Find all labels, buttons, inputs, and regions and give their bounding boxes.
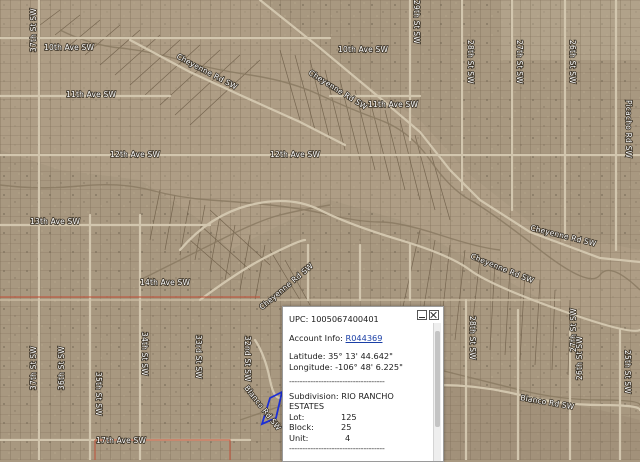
road-label-32nd-st: 32nd St SW bbox=[243, 336, 252, 382]
upc-row: UPC: 1005067400401 bbox=[289, 314, 431, 325]
road-label-26th-st-a: 26th St SW bbox=[568, 40, 577, 84]
block-label: Block: bbox=[289, 422, 314, 432]
road-label-14th-ave: 14th Ave SW bbox=[140, 278, 191, 287]
latitude-label: Latitude: bbox=[289, 351, 326, 361]
road-label-36th-st: 36th St SW bbox=[57, 346, 66, 390]
lot-label: Lot: bbox=[289, 411, 305, 422]
road-label-29th-st: 29th St SW bbox=[412, 0, 421, 44]
road-label-26th-st-b: 26th St SW bbox=[575, 336, 584, 380]
road-label-27th-st-a: 27th St SW bbox=[515, 40, 524, 84]
road-label-12th-ave-w: 12th Ave SW bbox=[110, 150, 161, 159]
separator-line-bottom: ------------------------------------ bbox=[289, 443, 385, 453]
longitude-label: Longitude: bbox=[289, 361, 333, 372]
account-label: Account Info: bbox=[289, 332, 343, 343]
road-label-34th-st: 34th St SW bbox=[140, 332, 149, 376]
longitude-value: -106° 48' 6.225" bbox=[335, 361, 403, 372]
block-row: Block: 25 bbox=[289, 422, 431, 433]
lot-row: Lot: 125 bbox=[289, 412, 431, 423]
unit-label: Unit: bbox=[289, 432, 309, 443]
account-link[interactable]: R044369 bbox=[346, 333, 383, 343]
road-label-33rd-st: 33rd St SW bbox=[194, 335, 203, 379]
upc-label: UPC: bbox=[289, 314, 309, 324]
road-label-picacho-rd: Picacho Rd SW bbox=[624, 100, 633, 159]
road-label-25th-st: 25th St SW bbox=[623, 350, 632, 394]
road-label-11th-ave-e: 11th Ave SW bbox=[368, 100, 419, 109]
road-label-37th-st-a: 37th St SW bbox=[29, 8, 38, 52]
road-label-10th-ave-w: 10th Ave SW bbox=[44, 43, 95, 52]
road-label-11th-ave-w: 11th Ave SW bbox=[66, 90, 117, 99]
account-row: Account Info: R044369 bbox=[289, 333, 431, 344]
popup-content: UPC: 1005067400401 Account Info: R044369… bbox=[289, 314, 431, 454]
subdivision-row: Subdivision: RIO RANCHO ESTATES bbox=[289, 391, 417, 412]
block-value: 25 bbox=[341, 422, 352, 432]
road-label-10th-ave-e: 10th Ave SW bbox=[338, 45, 389, 54]
road-label-28th-st-b: 28th St SW bbox=[468, 316, 477, 360]
road-label-17th-ave: 17th Ave SW bbox=[96, 436, 147, 445]
unit-row: Unit: 4 bbox=[289, 433, 431, 444]
road-label-35th-st: 35th St SW bbox=[94, 372, 103, 416]
popup-scrollbar[interactable] bbox=[433, 323, 441, 461]
lot-value: 125 bbox=[341, 411, 357, 422]
latitude-value: 35° 13' 44.642" bbox=[328, 351, 393, 361]
latitude-row: Latitude: 35° 13' 44.642" bbox=[289, 351, 431, 362]
parcel-info-popup: UPC: 1005067400401 Account Info: R044369… bbox=[282, 306, 444, 462]
road-label-12th-ave-e: 12th Ave SW bbox=[270, 150, 321, 159]
road-label-28th-st-a: 28th St SW bbox=[466, 40, 475, 84]
longitude-row: Longitude: -106° 48' 6.225" bbox=[289, 362, 431, 373]
scrollbar-thumb[interactable] bbox=[435, 331, 440, 427]
separator-line: ------------------------------------ bbox=[289, 376, 385, 386]
unit-value: 4 bbox=[345, 432, 351, 443]
road-label-37th-st-b: 37th St SW bbox=[29, 346, 38, 390]
road-label-13th-ave: 13th Ave SW bbox=[30, 217, 81, 226]
upc-value: 1005067400401 bbox=[311, 314, 379, 324]
subdivision-label: Subdivision: bbox=[289, 390, 339, 401]
